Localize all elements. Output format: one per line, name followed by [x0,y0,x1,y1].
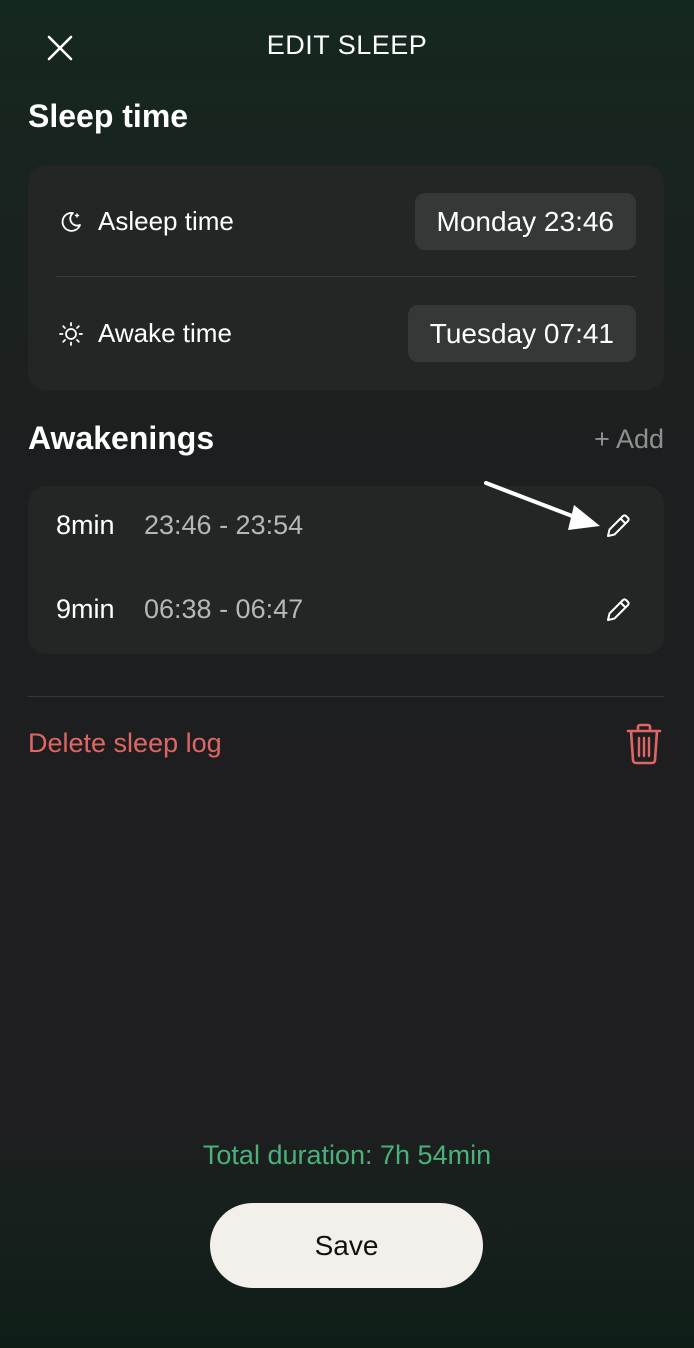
awakening-duration: 8min [56,510,115,540]
delete-sleep-log-button[interactable]: Delete sleep log [28,728,222,759]
awakening-range: 23:46 - 23:54 [144,510,304,540]
arrow-annotation-icon [484,481,600,530]
asleep-time-row: Asleep time Monday 23:46 [28,165,664,278]
awake-time-row: Awake time Tuesday 07:41 [28,277,664,390]
trash-icon [626,723,662,765]
sleep-time-heading: Sleep time [28,98,189,134]
pencil-icon [607,598,630,621]
add-awakening-button[interactable]: + Add [594,424,664,455]
awakenings-heading: Awakenings [28,420,215,456]
awake-time-value[interactable]: Tuesday 07:41 [407,305,636,362]
delete-button[interactable] [624,722,664,766]
sun-icon [58,321,84,347]
awakening-range: 06:38 - 06:47 [144,594,304,624]
awake-time-label: Awake time [98,318,232,348]
save-button[interactable]: Save [210,1203,483,1288]
total-duration: Total duration: 7h 54min [202,1140,492,1170]
edit-awakening-button[interactable] [600,508,636,544]
pencil-icon [607,514,630,537]
moon-icon [58,209,84,235]
section-divider [28,696,664,697]
header: EDIT SLEEP [0,0,694,95]
page-title: EDIT SLEEP [266,30,428,60]
sleep-time-card: Asleep time Monday 23:46 Awake time Tues… [28,165,664,390]
list-item: 9min 06:38 - 06:47 [28,570,664,654]
edit-awakening-button[interactable] [600,592,636,628]
asleep-time-label: Asleep time [98,206,234,236]
asleep-time-value[interactable]: Monday 23:46 [414,193,636,250]
awakening-duration: 9min [56,594,115,624]
